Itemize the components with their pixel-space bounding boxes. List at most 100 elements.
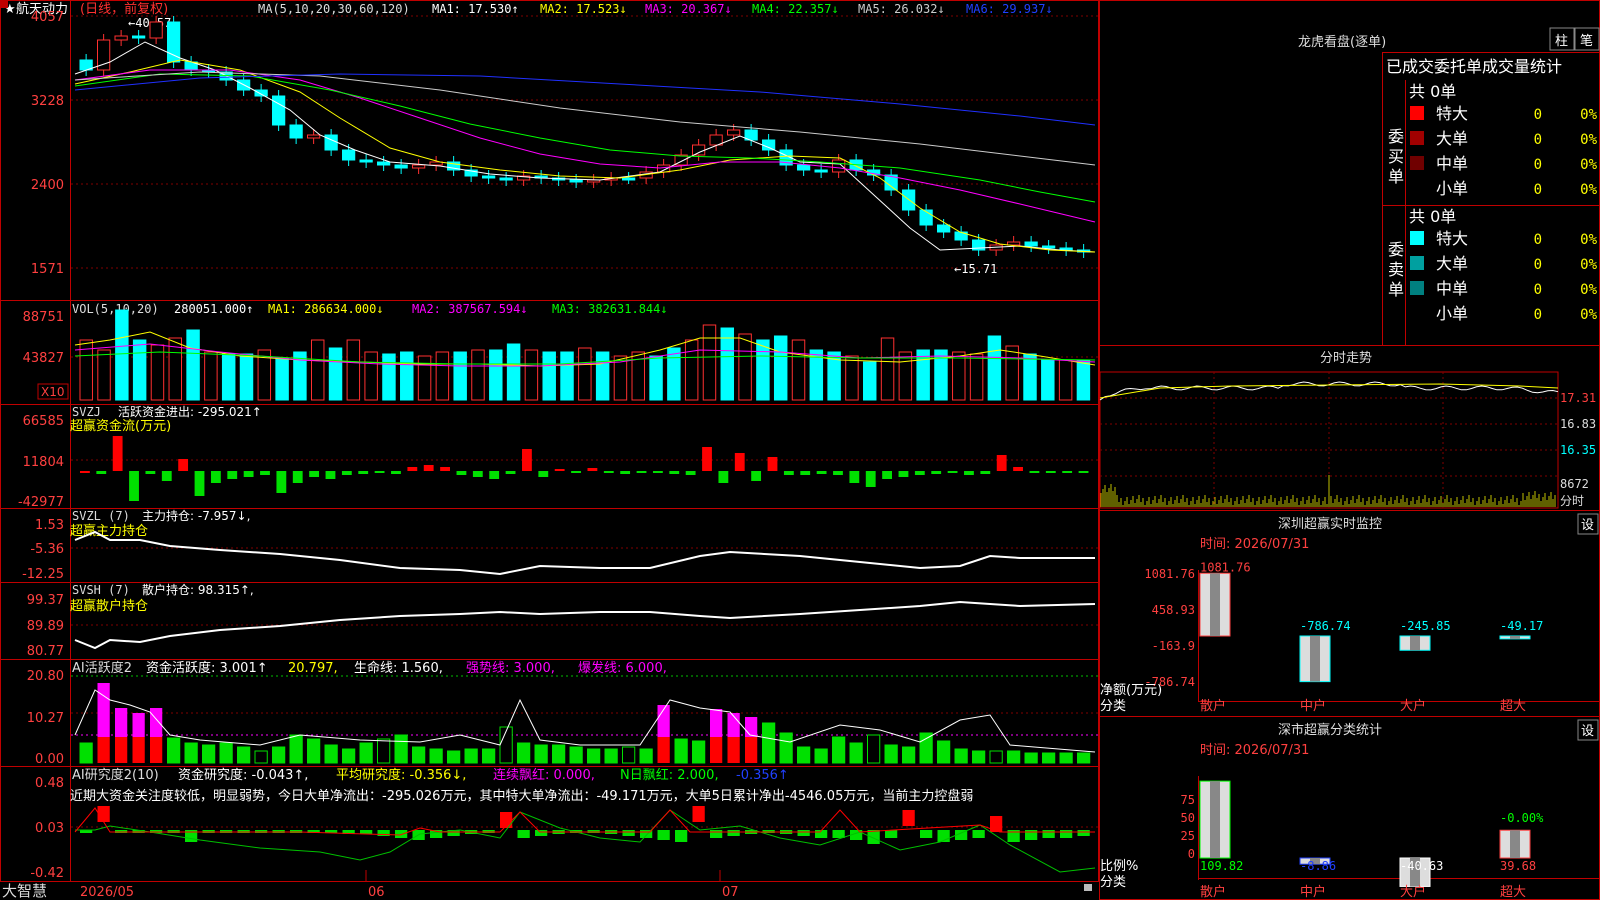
category-value-label: -40.63 [1400, 859, 1443, 873]
volume-bar [845, 355, 859, 401]
fenshi-vol-label: 8672 [1560, 477, 1589, 491]
price-ytick: 3228 [31, 94, 64, 109]
activity-bar [954, 748, 968, 764]
category-bar-shade [1510, 636, 1520, 639]
fund-flow-bar [980, 471, 991, 474]
volume-bar [1023, 353, 1037, 401]
volume-bar [898, 351, 913, 401]
price-ytick: 2400 [31, 178, 64, 193]
order-count: 0 [1534, 282, 1542, 298]
activity-bar [167, 737, 181, 764]
vol-ytick: 43827 [23, 351, 64, 366]
price-ytick: 4057 [31, 10, 64, 25]
color-swatch [1410, 256, 1424, 270]
category-bar-shade [1210, 573, 1220, 636]
order-percent: 0% [1580, 282, 1597, 298]
fund-flow-bar [210, 471, 221, 483]
category-label: 散户 [1200, 884, 1226, 900]
activity-bar [569, 746, 583, 764]
volume-bar [1058, 359, 1073, 401]
color-swatch [1410, 131, 1424, 145]
activity-bar [359, 742, 373, 764]
corner-marker-icon[interactable] [0, 0, 8, 8]
research-bar [535, 830, 548, 836]
volume-bar [346, 339, 361, 401]
fund-flow-bar [914, 471, 925, 475]
fund-flow-bar [145, 471, 156, 474]
candle-body [482, 175, 496, 179]
activity-bar [377, 738, 391, 764]
volume-bar [275, 357, 289, 401]
activity-bar [132, 737, 145, 763]
activity-bar [604, 748, 618, 764]
volume-bar [595, 351, 610, 401]
sz-monitor-title: 深圳超赢实时监控 [1278, 516, 1382, 532]
fund-flow-bar [391, 471, 401, 474]
volume-bar [97, 349, 111, 401]
longhu-title: 龙虎看盘(逐单) [1298, 34, 1386, 50]
fund-flow-bar [669, 471, 680, 474]
fund-flow-bar [522, 449, 532, 471]
research-bar [692, 806, 705, 822]
activity-bar [587, 748, 601, 764]
volume-bar [204, 351, 218, 401]
order-class-name: 特大 [1436, 104, 1468, 123]
candle-body [167, 21, 181, 63]
svsh-label: SVSH (7) [72, 583, 130, 597]
order-percent: 0% [1580, 182, 1597, 198]
activity-bar [814, 748, 828, 764]
candle-body [307, 134, 321, 139]
volume-bar [506, 343, 521, 401]
sz-class-xlabel: 分类 [1100, 875, 1126, 890]
bar-view-label: 柱 [1555, 34, 1568, 49]
order-percent: 0% [1580, 232, 1597, 248]
activity-bar [989, 750, 1003, 764]
ai2-label: AI研究度2(10) [72, 767, 159, 783]
svzl-ytick: 1.53 [35, 518, 64, 533]
activity-bar [745, 717, 758, 737]
ma6-value: MA6: 29.937↓ [966, 2, 1053, 16]
category-label: 超大 [1500, 885, 1526, 900]
candle-body [727, 129, 741, 136]
candle-body [937, 224, 951, 233]
fund-flow-bar [423, 465, 434, 471]
volume-bar [952, 351, 966, 401]
fenshi-title: 分时走势 [1320, 350, 1372, 366]
sz-monitor-ytick: 1081.76 [1144, 567, 1195, 581]
fenshi-ytick: 17.31 [1560, 391, 1596, 405]
activity-bar [745, 737, 758, 763]
fund-flow-bar [554, 469, 565, 471]
category-label: 散户 [1200, 698, 1226, 714]
volume-bar [773, 335, 788, 401]
volume-bar [542, 351, 556, 401]
buy-section-label: 委买单 [1388, 127, 1404, 186]
period-label[interactable]: (日线，前复权) [80, 1, 168, 17]
volume-bar [667, 347, 681, 401]
candle-body [342, 149, 356, 161]
lock-icon[interactable] [1084, 884, 1092, 891]
activity-bar [272, 746, 286, 764]
activity-bar [727, 737, 740, 763]
color-swatch [1410, 156, 1424, 170]
ma4-value: MA4: 22.357↓ [752, 2, 839, 16]
activity-bar [849, 742, 863, 764]
category-bar-shade [1210, 781, 1220, 858]
activity-bar [150, 737, 163, 763]
order-percent: 0% [1580, 107, 1597, 123]
candle-body [377, 161, 391, 166]
category-label: 超大 [1500, 699, 1526, 714]
volume-bar [791, 339, 806, 401]
fund-flow-bar [129, 471, 139, 501]
fund-flow-bar [96, 471, 107, 474]
activity-bar [674, 738, 688, 764]
volume-bar [524, 349, 539, 401]
volume-bar [239, 353, 254, 401]
research-bar [622, 830, 635, 836]
vol-ma2: MA2: 387567.594↓ [412, 302, 528, 316]
activity-bar [97, 737, 110, 763]
volume-bar [720, 327, 735, 401]
fund-flow-bar [849, 471, 860, 483]
volume-bar [1076, 359, 1091, 401]
longhu-header: 已成交委托单成交量统计 [1386, 57, 1562, 76]
app-logo: 大智慧 [2, 882, 47, 900]
